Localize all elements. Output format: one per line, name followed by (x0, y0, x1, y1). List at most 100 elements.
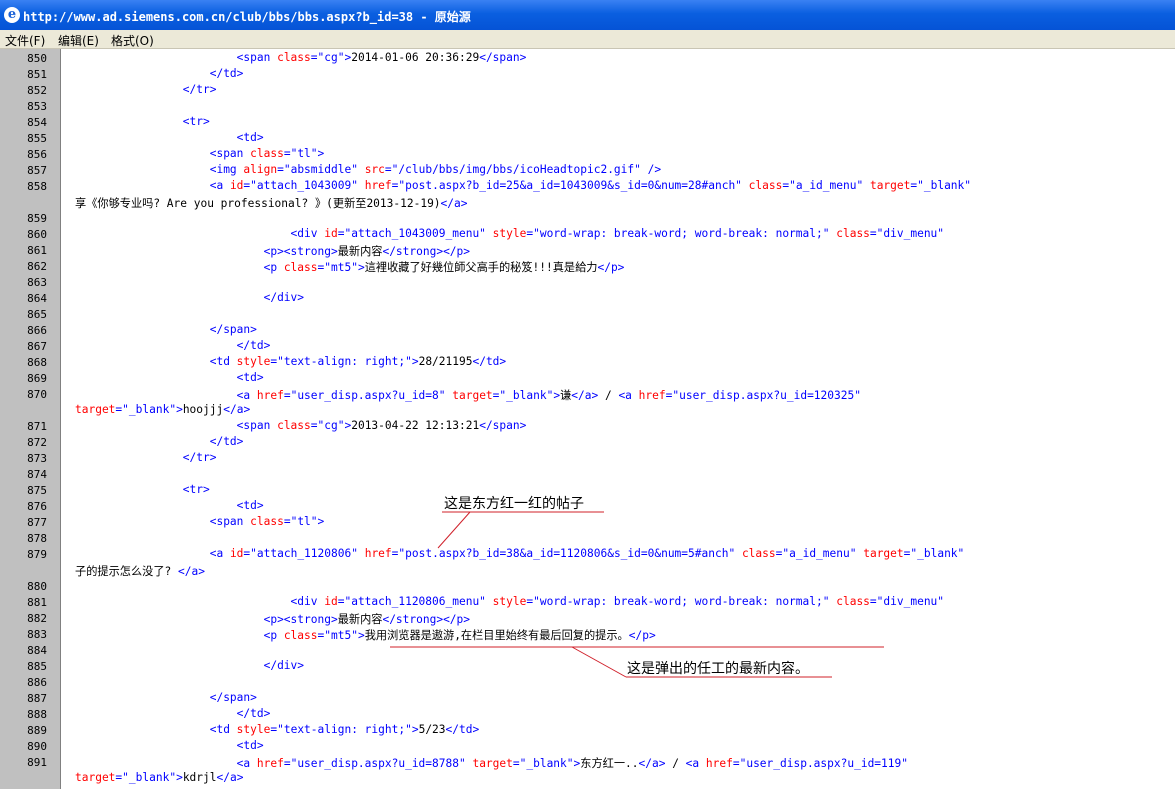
code-token: href (364, 179, 392, 192)
code-token: </p> (597, 261, 625, 274)
code-token: 5/23 (418, 723, 446, 736)
line-number: 890 (27, 740, 47, 753)
code-token: "div_menu" (876, 227, 945, 240)
code-line: target="_blank">kdrjl</a> (75, 771, 243, 787)
code-line: <a id="attach_1043009" href="post.aspx?b… (75, 179, 971, 195)
code-token: </span> (479, 51, 527, 64)
line-number: 871 (27, 420, 47, 433)
code-token: 享《你够专业吗? Are you professional? 》(更新至2013… (75, 197, 441, 210)
line-number: 862 (27, 260, 47, 273)
code-token: = (283, 757, 291, 770)
line-number: 857 (27, 164, 47, 177)
code-line: <img align="absmiddle" src="/club/bbs/im… (75, 163, 661, 179)
code-token: </a> (571, 389, 599, 402)
line-number: 882 (27, 612, 47, 625)
code-token: > (411, 723, 419, 736)
code-token: "mt5" (324, 261, 358, 274)
code-token: target (452, 389, 493, 402)
code-token: "cg" (317, 419, 345, 432)
code-line: <span class="tl"> (75, 147, 325, 163)
code-token: 2013-04-22 12:13:21 (351, 419, 480, 432)
code-token: = (512, 757, 520, 770)
code-token: "post.aspx?b_id=38&a_id=1120806&s_id=0&n… (398, 547, 736, 560)
code-token: </tr> (182, 451, 217, 464)
code-token: <span (209, 147, 251, 160)
code-token: style (492, 227, 527, 240)
code-token: </span> (209, 691, 257, 704)
code-token: "a_id_menu" (782, 547, 857, 560)
code-token: / (665, 757, 686, 770)
menu-format[interactable]: 格式(O) (111, 32, 154, 49)
source-code-view[interactable]: <span class="cg">2014-01-06 20:36:29</sp… (62, 49, 1175, 789)
code-token: "user_disp.aspx?u_id=120325" (672, 389, 861, 402)
line-number: 886 (27, 676, 47, 689)
code-token: kdrjl (182, 771, 217, 784)
code-token: style (236, 355, 271, 368)
code-line: <a id="attach_1120806" href="post.aspx?b… (75, 547, 965, 563)
code-token: <tr> (182, 115, 210, 128)
code-token: <div (290, 227, 325, 240)
code-token: align (243, 163, 278, 176)
line-number: 853 (27, 100, 47, 113)
code-line: 享《你够专业吗? Are you professional? 》(更新至2013… (75, 195, 468, 211)
code-token: id (324, 595, 338, 608)
code-token: <tr> (182, 483, 210, 496)
code-line: <tr> (75, 483, 210, 499)
code-token: <a (209, 179, 230, 192)
line-number: 861 (27, 244, 47, 257)
code-line: <p><strong>最新内容</strong></p> (75, 611, 470, 627)
code-token: "div_menu" (876, 595, 945, 608)
line-number: 880 (27, 580, 47, 593)
code-token: 最新内容 (337, 613, 383, 626)
code-line: </span> (75, 691, 257, 707)
code-line: <tr> (75, 115, 210, 131)
line-number: 850 (27, 52, 47, 65)
code-token: > (357, 261, 365, 274)
line-number: 883 (27, 628, 47, 641)
code-line: <p><strong>最新内容</strong></p> (75, 243, 470, 259)
line-number: 869 (27, 372, 47, 385)
code-token: </tr> (182, 83, 217, 96)
code-token: <span (209, 515, 251, 528)
menu-file[interactable]: 文件(F) (5, 32, 45, 49)
code-line: </td> (75, 339, 271, 355)
code-token: <div (290, 595, 325, 608)
code-token: class (277, 419, 311, 432)
code-token: "text-align: right;" (277, 723, 412, 736)
code-token: <a (236, 389, 257, 402)
code-token: href (638, 389, 666, 402)
code-token: "a_id_menu" (789, 179, 864, 192)
code-token: </a> (216, 771, 244, 784)
code-line: <a href="user_disp.aspx?u_id=8" target="… (75, 387, 861, 403)
code-token: = (310, 419, 318, 432)
line-number: 888 (27, 708, 47, 721)
code-token: <a (236, 757, 257, 770)
code-line: <p class="mt5">這裡收藏了好幾位師父高手的秘笈!!!真是給力</p… (75, 259, 625, 275)
code-line: </td> (75, 435, 244, 451)
code-token: "_blank" (917, 179, 972, 192)
code-token: <p><strong> (263, 245, 338, 258)
code-token: = (283, 147, 291, 160)
line-number: 855 (27, 132, 47, 145)
code-token: <td> (236, 131, 264, 144)
menu-edit[interactable]: 编辑(E) (58, 32, 99, 49)
code-token: "attach_1043009_menu" (344, 227, 486, 240)
code-token: <img (209, 163, 244, 176)
line-number (0, 403, 47, 419)
code-token: href (705, 757, 733, 770)
code-line: </div> (75, 291, 304, 307)
code-line: <td style="text-align: right;">5/23</td> (75, 723, 480, 739)
